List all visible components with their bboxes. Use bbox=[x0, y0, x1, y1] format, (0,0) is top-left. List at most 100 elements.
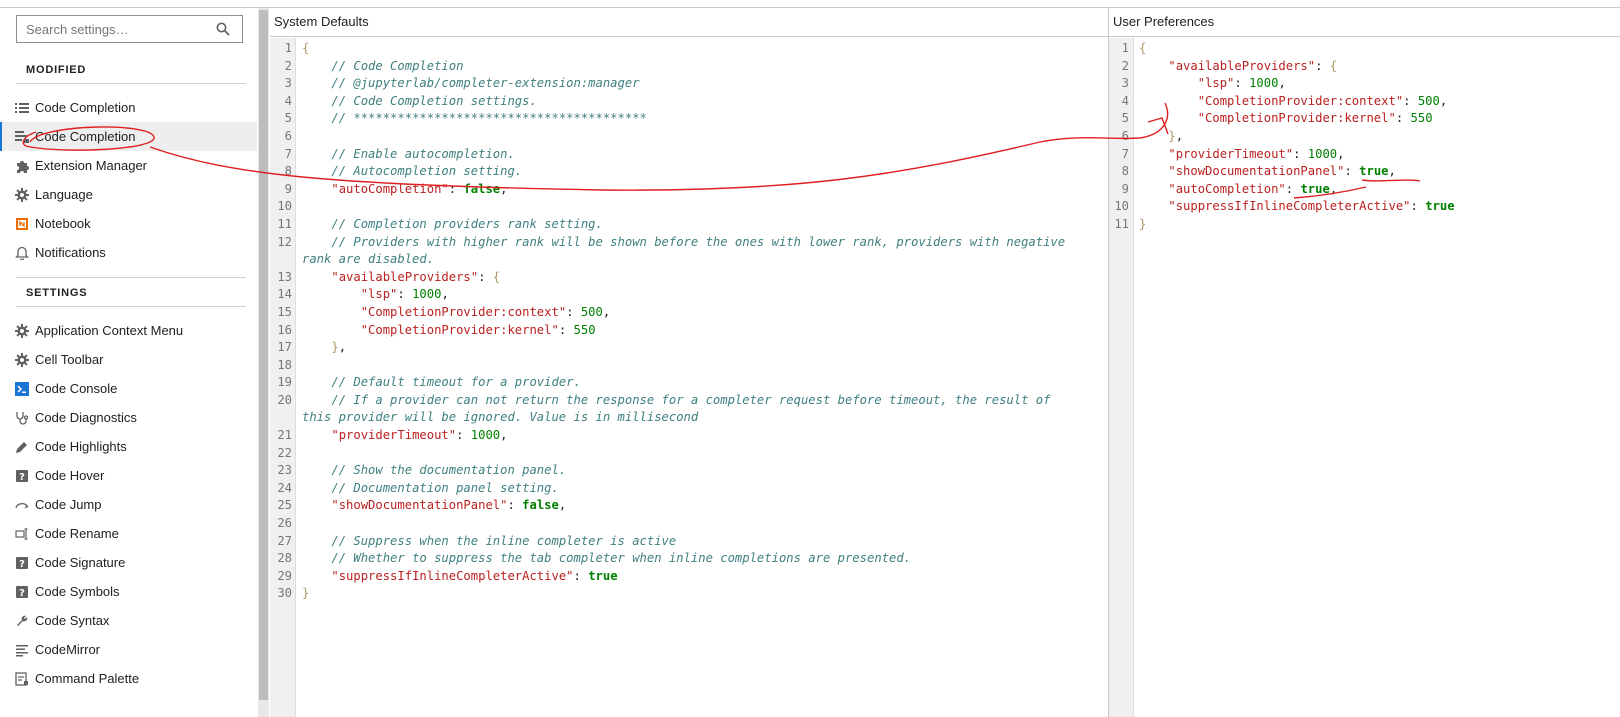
code-line[interactable]: "suppressIfInlineCompleterActive": true bbox=[1139, 198, 1609, 216]
sidebar-item-notifications[interactable]: Notifications bbox=[0, 238, 257, 267]
line-number: 25 bbox=[277, 498, 292, 513]
code-token: "availableProviders" bbox=[331, 269, 479, 284]
sidebar-item-notebook[interactable]: Notebook bbox=[0, 209, 257, 238]
search-icon[interactable] bbox=[216, 22, 230, 36]
sidebar-item-label: Code Highlights bbox=[35, 439, 127, 454]
code-line[interactable] bbox=[302, 357, 1102, 375]
line-number: 27 bbox=[277, 533, 292, 548]
sidebar-item-code-rename[interactable]: Code Rename bbox=[0, 519, 257, 548]
code-line[interactable]: // Whether to suppress the tab completer… bbox=[302, 550, 1102, 568]
search-input[interactable] bbox=[24, 20, 218, 38]
code-line[interactable]: "CompletionProvider:kernel": 550 bbox=[302, 322, 1102, 340]
code-line[interactable]: { bbox=[1139, 40, 1609, 58]
code-token: { bbox=[1139, 41, 1147, 55]
sidebar-item-code-console[interactable]: Code Console bbox=[0, 374, 257, 403]
code-token: : bbox=[558, 322, 574, 337]
code-line[interactable]: "lsp": 1000, bbox=[302, 286, 1102, 304]
code-line[interactable]: // Documentation panel setting. bbox=[302, 480, 1102, 498]
code-line[interactable]: // Show the documentation panel. bbox=[302, 462, 1102, 480]
sidebar-item-code-symbols[interactable]: ? Code Symbols bbox=[0, 577, 257, 606]
sidebar-item-code-highlights[interactable]: Code Highlights bbox=[0, 432, 257, 461]
code-line[interactable]: "showDocumentationPanel": false, bbox=[302, 497, 1102, 515]
code-token: this provider will be ignored. Value is … bbox=[302, 410, 699, 425]
code-line[interactable]: // Providers with higher rank will be sh… bbox=[302, 234, 1102, 252]
code-line[interactable]: "availableProviders": { bbox=[302, 269, 1102, 287]
code-line[interactable] bbox=[302, 198, 1102, 216]
line-number: 9 bbox=[284, 181, 292, 196]
sidebar-item-label: Code Signature bbox=[35, 555, 126, 570]
code-line[interactable]: } bbox=[1139, 216, 1609, 234]
sidebar-item-code-syntax[interactable]: Code Syntax bbox=[0, 606, 257, 635]
sidebar-item-code-hover[interactable]: ? Code Hover bbox=[0, 461, 257, 490]
code-line[interactable]: // Suppress when the inline completer is… bbox=[302, 533, 1102, 551]
sidebar-item-code-jump[interactable]: Code Jump bbox=[0, 490, 257, 519]
user-preferences-editor[interactable]: 1 2 3 4 5 6 7 8 9 10 11 { "availableProviders": { … bbox=[1109, 38, 1620, 717]
sidebar-item-code-diagnostics[interactable]: Code Diagnostics bbox=[0, 403, 257, 432]
list-icon bbox=[15, 101, 29, 115]
sidebar-scrollbar[interactable] bbox=[258, 8, 269, 717]
code-token: "showDocumentationPanel" bbox=[1168, 164, 1345, 179]
system-defaults-editor[interactable]: 1 2 3 4 5 6 7 8 9 10 11 12 13 14 15 16 17 18 19 20 21 22 23 2… bbox=[270, 38, 1108, 717]
code-line[interactable]: "suppressIfInlineCompleterActive": true bbox=[302, 568, 1102, 586]
sidebar-item-cell-toolbar[interactable]: Cell Toolbar bbox=[0, 345, 257, 374]
code-line[interactable]: }, bbox=[302, 339, 1102, 357]
code-line[interactable] bbox=[302, 445, 1102, 463]
sidebar-item-codemirror[interactable]: CodeMirror bbox=[0, 635, 257, 664]
code-line[interactable]: "CompletionProvider:context": 500, bbox=[1139, 93, 1609, 111]
code-line[interactable]: } bbox=[302, 585, 1102, 603]
sidebar-item-code-signature[interactable]: ? Code Signature bbox=[0, 548, 257, 577]
line-number: 28 bbox=[277, 551, 292, 566]
code-line[interactable]: // Default timeout for a provider. bbox=[302, 374, 1102, 392]
sidebar-item-extension-manager[interactable]: Extension Manager bbox=[0, 151, 257, 180]
search-box[interactable] bbox=[16, 15, 243, 43]
sidebar-item-code-completion[interactable]: Code Completion bbox=[0, 122, 257, 151]
code-line[interactable]: // *************************************… bbox=[302, 110, 1102, 128]
code-line[interactable]: // Autocompletion setting. bbox=[302, 163, 1102, 181]
code-line[interactable]: // @jupyterlab/completer-extension:manag… bbox=[302, 75, 1102, 93]
code-lines[interactable]: { // Code Completion // @jupyterlab/comp… bbox=[302, 40, 1102, 603]
sidebar-item-label: Application Context Menu bbox=[35, 323, 184, 338]
text-lines-icon bbox=[15, 643, 29, 657]
code-line[interactable]: rank are disabled. bbox=[302, 251, 1102, 269]
sidebar-item-application-context-menu[interactable]: Application Context Menu bbox=[0, 316, 257, 345]
code-line[interactable]: "showDocumentationPanel": true, bbox=[1139, 163, 1609, 181]
code-line[interactable]: }, bbox=[1139, 128, 1609, 146]
code-line[interactable]: "providerTimeout": 1000, bbox=[1139, 146, 1609, 164]
code-token: : bbox=[566, 304, 581, 319]
line-number: 18 bbox=[277, 357, 292, 372]
code-lines[interactable]: { "availableProviders": { "lsp": 1000, "… bbox=[1139, 40, 1609, 234]
code-line[interactable]: "autoCompletion": true, bbox=[1139, 181, 1609, 199]
code-line[interactable]: "providerTimeout": 1000, bbox=[302, 427, 1102, 445]
code-line[interactable]: "autoCompletion": false, bbox=[302, 181, 1102, 199]
code-line[interactable]: { bbox=[302, 40, 1102, 58]
line-number: 19 bbox=[277, 375, 292, 390]
code-line[interactable]: "CompletionProvider:context": 500, bbox=[302, 304, 1102, 322]
code-line[interactable]: "lsp": 1000, bbox=[1139, 75, 1609, 93]
code-line[interactable]: // Enable autocompletion. bbox=[302, 146, 1102, 164]
code-line[interactable]: this provider will be ignored. Value is … bbox=[302, 409, 1102, 427]
scrollbar-thumb[interactable] bbox=[259, 10, 268, 700]
code-line[interactable]: "availableProviders": { bbox=[1139, 58, 1609, 76]
sidebar-item-label: CodeMirror bbox=[35, 642, 101, 657]
sidebar-item-code-completion[interactable]: Code Completion bbox=[0, 93, 257, 122]
code-line[interactable]: // Code Completion bbox=[302, 58, 1102, 76]
code-token: true bbox=[588, 568, 618, 583]
sidebar-item-command-palette[interactable]: Command Palette bbox=[0, 664, 257, 693]
code-token: // If a provider can not return the resp… bbox=[331, 392, 1051, 407]
code-token: "lsp" bbox=[1197, 76, 1235, 91]
code-token: , bbox=[500, 181, 508, 196]
code-line[interactable]: // If a provider can not return the resp… bbox=[302, 392, 1102, 410]
code-line[interactable] bbox=[302, 515, 1102, 533]
sidebar-item-language[interactable]: Language bbox=[0, 180, 257, 209]
code-line[interactable] bbox=[302, 128, 1102, 146]
code-line[interactable]: // Code Completion settings. bbox=[302, 93, 1102, 111]
code-line[interactable]: // Completion providers rank setting. bbox=[302, 216, 1102, 234]
code-line[interactable]: "CompletionProvider:kernel": 550 bbox=[1139, 110, 1609, 128]
line-number: 13 bbox=[277, 269, 292, 284]
